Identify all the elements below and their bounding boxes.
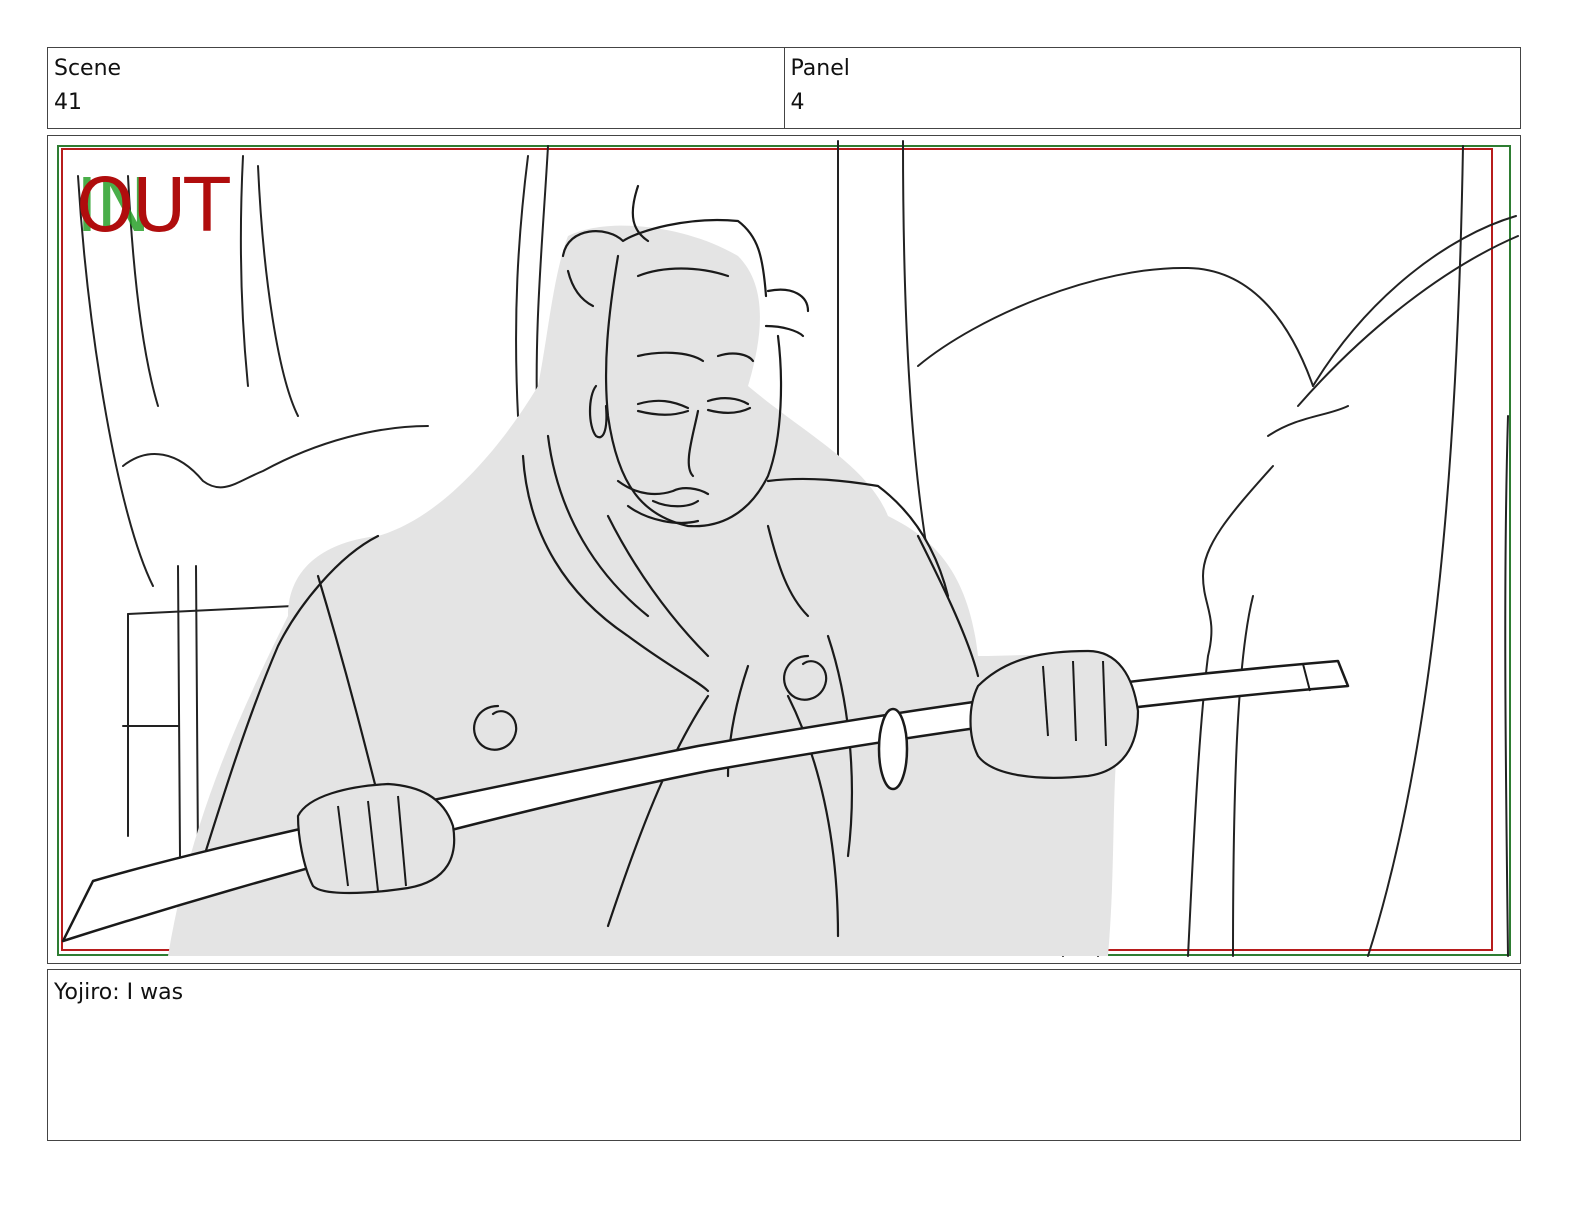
out-marker: OUT: [76, 163, 230, 249]
storyboard-panel-image[interactable]: IN OUT: [47, 135, 1521, 964]
samurai-sketch-drawing: [57, 140, 1519, 957]
scene-cell: Scene 41: [48, 48, 784, 128]
dialogue-text: Yojiro: I was: [54, 980, 184, 1005]
scene-number[interactable]: 41: [54, 88, 784, 118]
panel-cell: Panel 4: [783, 48, 1521, 128]
in-out-marker: IN OUT: [76, 166, 246, 246]
scene-label: Scene: [54, 56, 122, 81]
dialogue-notes-box[interactable]: Yojiro: I was: [47, 969, 1521, 1141]
scene-panel-header: Scene 41 Panel 4: [47, 47, 1521, 129]
panel-number[interactable]: 4: [791, 88, 1521, 118]
panel-label: Panel: [790, 56, 850, 81]
